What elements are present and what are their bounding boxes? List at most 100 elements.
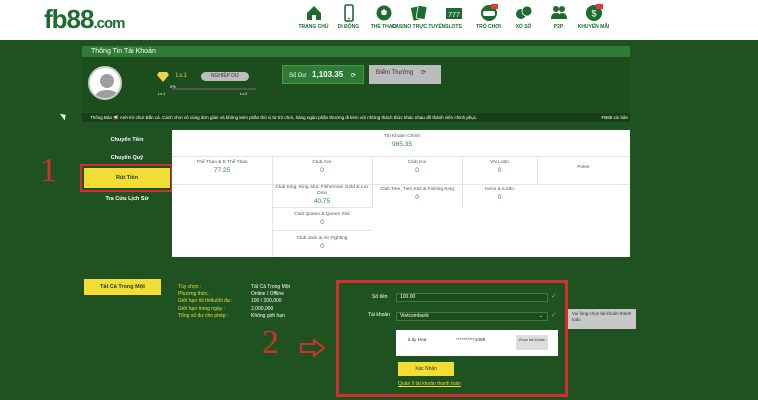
nav-label: XỔ SỐ (515, 24, 532, 30)
nav-item-1[interactable]: DI ĐỘNG (331, 4, 366, 38)
level-rank-badge[interactable]: NGHIỆP DƯ (201, 72, 249, 81)
info-key: Giới hạn tối thiểu/tối đa : (178, 298, 233, 305)
notice-bar: Thông Báo 📢 Anh trò chơi Bắn cá. Cách ch… (82, 113, 630, 122)
balance-value: 1,103.35 (312, 70, 344, 79)
logo-domain: .com (93, 15, 125, 32)
wallet-value: 0 (320, 166, 324, 174)
nav-label: SLOTS (445, 24, 462, 30)
top-header: fb88.com TRANG CHỦ DI ĐỘNG THỂ THAO CASINO … (0, 0, 758, 40)
nav-item-2[interactable]: THỂ THAO (366, 4, 401, 38)
method-info-values: Tất Cả Trong Một Online / Offline 100 / … (251, 284, 290, 320)
game-icon (480, 4, 498, 21)
sidebar-item-history[interactable]: Tra Cứu Lịch Sử (84, 189, 170, 209)
svg-text:777: 777 (448, 12, 460, 19)
info-value: Không giới hạn (251, 312, 285, 319)
account-label: Tài khoản (368, 312, 390, 318)
wallet-cell: VN Lotto 0 (462, 160, 537, 175)
bank-account-card[interactable]: iLily Hoa **********4488 Chọn tài khoản (396, 330, 558, 356)
info-value: 2,000,000 (251, 305, 274, 312)
level-progress-bar (172, 88, 256, 90)
wallet-label: Club Tien, Tien Slot & Fishing King (380, 187, 454, 192)
account-panel-title: Thông Tin Tài Khoản (82, 46, 630, 57)
nav-label: KHUYẾN MÃI (577, 24, 610, 30)
nav-item-7[interactable]: P2P (541, 4, 576, 38)
mobile-icon (343, 4, 354, 22)
account-tooltip: Vui lòng chọn tài khoản thanh toán (568, 309, 636, 329)
wallet-label: Club Queen & Queen Slot (294, 212, 350, 217)
svg-text:$: $ (591, 9, 596, 19)
diamond-icon (157, 72, 169, 82)
wallet-value: 77.25 (213, 166, 231, 174)
wallet-label: VN Lotto (490, 160, 509, 165)
amount-input[interactable]: 100.00 (396, 293, 548, 302)
wallet-value: 0 (320, 218, 324, 226)
main-wallet-label: Tài Khoản Chính (383, 134, 420, 139)
chevron-down-icon: ⌄ (538, 313, 543, 319)
info-value: 100 / 200,000 (251, 298, 282, 305)
table-divider (172, 156, 630, 157)
table-divider (272, 230, 372, 231)
confirm-withdraw-button[interactable]: Xác Nhận (398, 362, 454, 376)
nav-item-0[interactable]: TRANG CHỦ (296, 4, 331, 38)
wallet-cell: Keno & iLotto 0 (462, 187, 537, 202)
lottery-icon (515, 5, 532, 19)
wallet-cell: Club Queen & Queen Slot 0 (272, 212, 372, 227)
home-icon (306, 6, 321, 20)
wallet-label: Club Ace (312, 160, 332, 165)
refresh-balance-icon[interactable]: ⟳ (351, 73, 356, 79)
account-number: **********4488 (456, 338, 486, 343)
step1-number: 1 (40, 152, 57, 189)
wallet-table: Tài Khoản Chính 985.35 Thể Thao & E Thể … (172, 130, 630, 257)
change-account-button[interactable]: Chọn tài khoản (516, 335, 548, 350)
nav-item-8[interactable]: $ KHUYẾN MÃI (576, 4, 611, 38)
nav-label: DI ĐỘNG (337, 24, 360, 30)
wallet-value: 0 (497, 193, 502, 201)
wallet-cell: Club Tien, Tien Slot & Fishing King 0 (372, 187, 462, 202)
right-arrow-icon (300, 339, 326, 357)
account-holder-name: iLily Hoa (408, 338, 427, 343)
sidebar-item-transfer[interactable]: Chuyển Tiền (84, 130, 170, 150)
wallet-cell: Club Ace 0 (272, 160, 372, 175)
account-select-value: Vietcombank (400, 313, 429, 319)
notice-right-text: FB88 xin hân (601, 115, 628, 120)
account-select[interactable]: Vietcombank ⌄ (396, 312, 548, 321)
nav-item-5[interactable]: TRÒ CHƠI (471, 4, 506, 38)
wallet-value: 0 (415, 193, 419, 201)
table-divider (272, 207, 372, 208)
balance-label: Số Dư (289, 73, 307, 79)
balance-box: Số Dư 1,103.35 ⟳ (282, 65, 364, 84)
refresh-bonus-icon[interactable]: ⟳ (421, 70, 426, 76)
all-in-one-button[interactable]: Tất Cả Trong Một (84, 279, 161, 295)
cards-icon (410, 4, 427, 21)
nav-item-3[interactable]: CASINO TRỰC TUYẾN (392, 4, 445, 38)
wallet-value: 0 (415, 166, 419, 174)
wallet-cell: Club Koi 0 (372, 160, 462, 175)
wallet-label: Club Koi (407, 160, 427, 165)
table-divider (172, 184, 630, 185)
nav-label: TRANG CHỦ (298, 24, 329, 30)
main-nav: TRANG CHỦ DI ĐỘNG THỂ THAO CASINO TRỰC TUYẾ… (296, 4, 611, 38)
bonus-label: Điểm Thưởng (376, 70, 414, 76)
nav-label: TRÒ CHƠI (476, 24, 501, 30)
notice-label: Thông Báo (90, 115, 113, 120)
amount-label: Số tiền (372, 294, 388, 300)
wallet-label: Poker (577, 165, 590, 170)
method-info-keys: Tùy chọn : Phương thức : Giới hạn tối th… (178, 284, 232, 320)
wallet-label: Thể Thao & E Thể Thao (196, 160, 248, 165)
site-logo[interactable]: fb88.com (44, 4, 125, 35)
avatar[interactable] (88, 66, 122, 100)
info-value: Tất Cả Trong Một (251, 284, 290, 290)
info-value: Online / Offline (251, 291, 284, 298)
info-key: Giới hạn trong ngày : (178, 305, 225, 312)
megaphone-icon: 📢 (113, 115, 120, 120)
nav-item-4[interactable]: 777 SLOTS (436, 4, 471, 38)
wallet-cell: Club King, King Slot, Fisherman Gold & L… (272, 185, 372, 206)
nav-item-6[interactable]: XỔ SỐ (506, 4, 541, 38)
wallet-value: 40.75 (313, 197, 331, 205)
bonus-points-box[interactable]: Điểm Thưởng ⟳ (369, 65, 441, 84)
promo-icon: $ (585, 4, 603, 21)
wallet-label: Club King, King Slot, Fisherman Gold & L… (275, 185, 369, 196)
manage-accounts-link[interactable]: Quản lí tài khoản thanh toán (398, 381, 461, 387)
account-check-icon: ✓ (551, 312, 557, 319)
step2-number: 2 (262, 324, 279, 361)
